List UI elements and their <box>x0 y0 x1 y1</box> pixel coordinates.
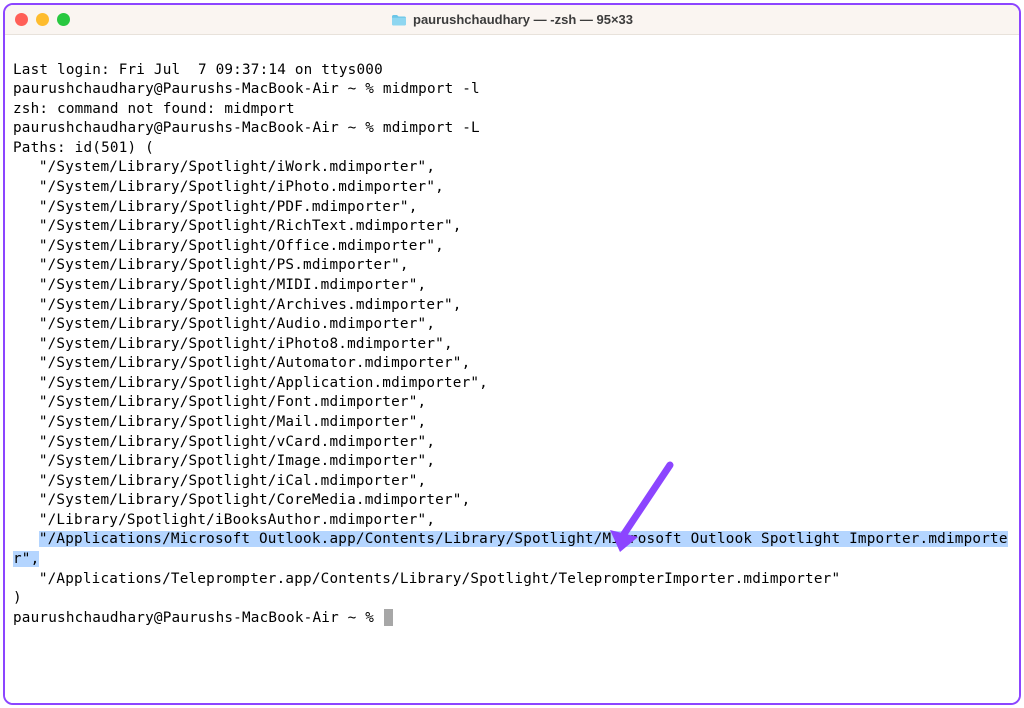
close-icon[interactable] <box>15 13 28 26</box>
path-item: "/System/Library/Spotlight/Font.mdimport… <box>13 393 1011 413</box>
paths-close: ) <box>13 589 1011 609</box>
cursor-block <box>384 609 393 626</box>
window-title-text: paurushchaudhary — -zsh — 95×33 <box>413 12 633 27</box>
paths-list: "/System/Library/Spotlight/iWork.mdimpor… <box>13 158 1011 530</box>
path-item: "/System/Library/Spotlight/iCal.mdimport… <box>13 472 1011 492</box>
terminal-output[interactable]: Last login: Fri Jul 7 09:37:14 on ttys00… <box>5 35 1019 703</box>
path-item: "/System/Library/Spotlight/vCard.mdimpor… <box>13 433 1011 453</box>
command-2: mdimport -L <box>383 120 480 136</box>
path-item: "/System/Library/Spotlight/PS.mdimporter… <box>13 256 1011 276</box>
path-item: "/System/Library/Spotlight/Archives.mdim… <box>13 296 1011 316</box>
window-titlebar[interactable]: paurushchaudhary — -zsh — 95×33 <box>5 5 1019 35</box>
home-folder-icon <box>391 13 407 27</box>
path-item: "/System/Library/Spotlight/Audio.mdimpor… <box>13 315 1011 335</box>
paths-header: Paths: id(501) ( <box>13 139 1011 159</box>
path-item: "/System/Library/Spotlight/iWork.mdimpor… <box>13 158 1011 178</box>
last-login-line: Last login: Fri Jul 7 09:37:14 on ttys00… <box>13 61 1011 81</box>
traffic-lights <box>15 13 70 26</box>
prompt-prefix: paurushchaudhary@Paurushs-MacBook-Air ~ … <box>13 610 383 626</box>
minimize-icon[interactable] <box>36 13 49 26</box>
path-item: "/System/Library/Spotlight/RichText.mdim… <box>13 217 1011 237</box>
prompt-line-1: paurushchaudhary@Paurushs-MacBook-Air ~ … <box>13 80 1011 100</box>
path-item: "/System/Library/Spotlight/Image.mdimpor… <box>13 452 1011 472</box>
path-item: "/System/Library/Spotlight/CoreMedia.mdi… <box>13 491 1011 511</box>
prompt-line-2: paurushchaudhary@Paurushs-MacBook-Air ~ … <box>13 119 1011 139</box>
path-item: "/System/Library/Spotlight/Office.mdimpo… <box>13 237 1011 257</box>
path-item: "/Library/Spotlight/iBooksAuthor.mdimpor… <box>13 511 1011 531</box>
path-item: "/System/Library/Spotlight/Mail.mdimport… <box>13 413 1011 433</box>
path-item: "/System/Library/Spotlight/Automator.mdi… <box>13 354 1011 374</box>
post-highlight-path: "/Applications/Teleprompter.app/Contents… <box>13 570 1011 590</box>
prompt-line-3: paurushchaudhary@Paurushs-MacBook-Air ~ … <box>13 609 1011 629</box>
terminal-window: paurushchaudhary — -zsh — 95×33 Last log… <box>3 3 1021 705</box>
path-item: "/System/Library/Spotlight/iPhoto8.mdimp… <box>13 335 1011 355</box>
path-item: "/System/Library/Spotlight/PDF.mdimporte… <box>13 198 1011 218</box>
highlighted-path: "/Applications/Microsoft Outlook.app/Con… <box>13 530 1011 569</box>
window-title: paurushchaudhary — -zsh — 95×33 <box>391 12 633 27</box>
maximize-icon[interactable] <box>57 13 70 26</box>
path-item: "/System/Library/Spotlight/Application.m… <box>13 374 1011 394</box>
command-1: midmport -l <box>383 81 480 97</box>
path-item: "/System/Library/Spotlight/MIDI.mdimport… <box>13 276 1011 296</box>
error-line: zsh: command not found: midmport <box>13 100 1011 120</box>
path-item: "/System/Library/Spotlight/iPhoto.mdimpo… <box>13 178 1011 198</box>
prompt-prefix: paurushchaudhary@Paurushs-MacBook-Air ~ … <box>13 81 383 97</box>
prompt-prefix: paurushchaudhary@Paurushs-MacBook-Air ~ … <box>13 120 383 136</box>
